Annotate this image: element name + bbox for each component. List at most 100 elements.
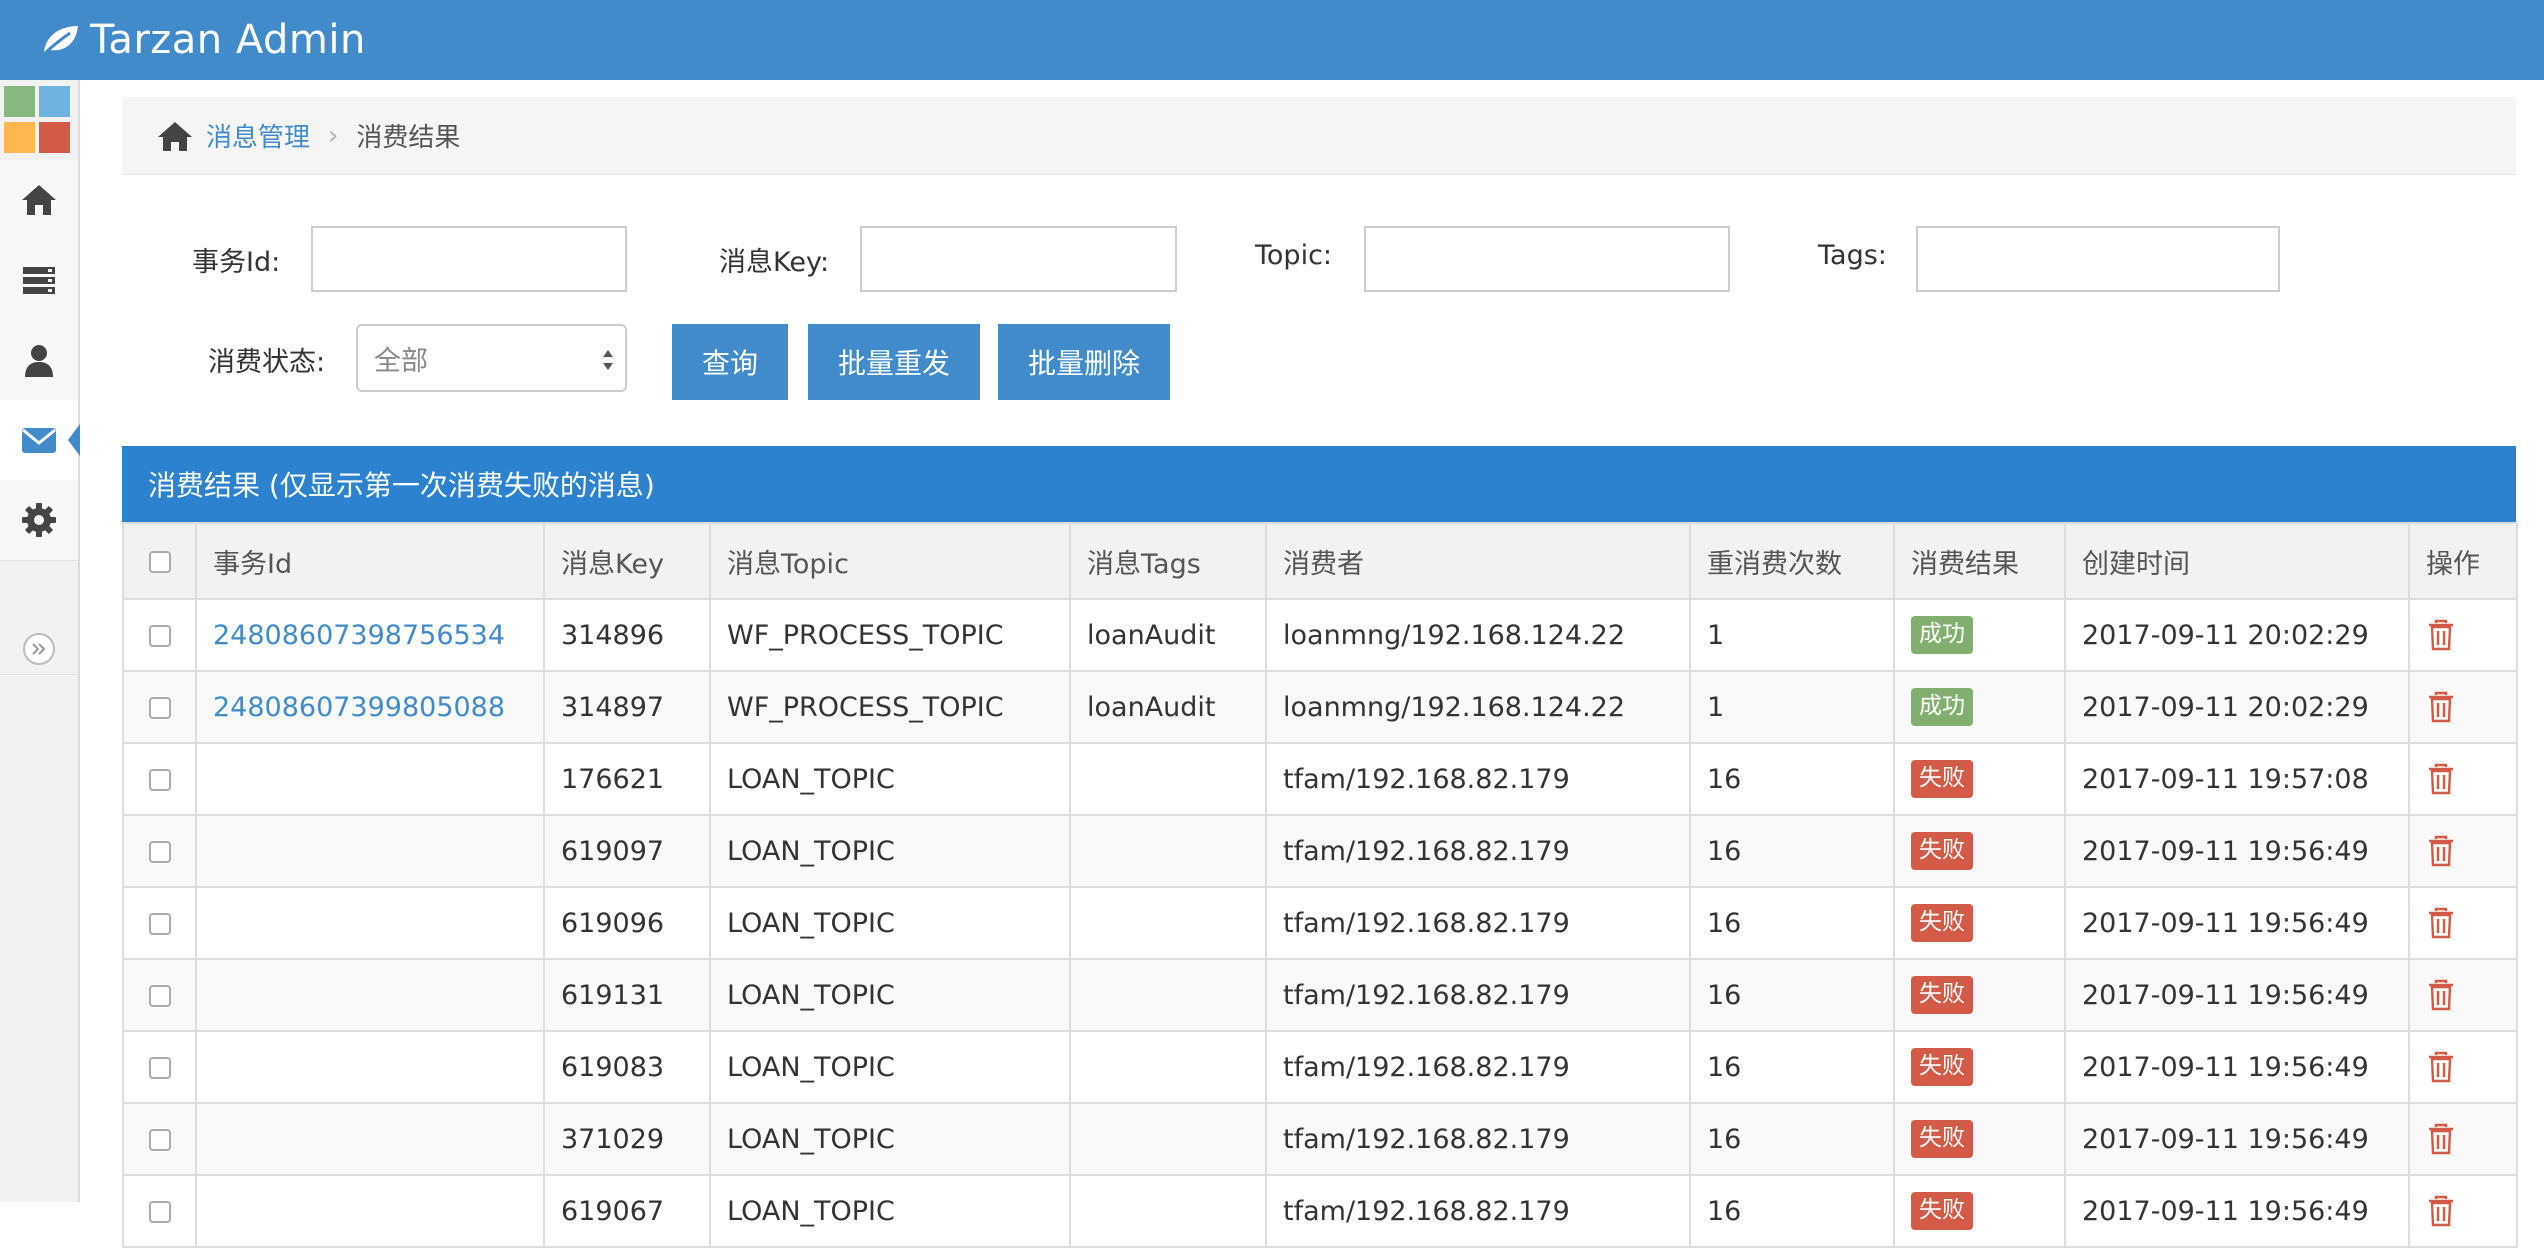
batch-resend-button[interactable]: 批量重发 [808, 324, 980, 400]
status-badge: 失败 [1911, 760, 1973, 798]
table-row: 176621 LOAN_TOPIC tfam/192.168.82.179 16 失败 2… [122, 742, 2518, 816]
cell-retry: 16 [1689, 1174, 1895, 1248]
cell-tx-id [195, 814, 545, 888]
cell-created: 2017-09-11 20:02:29 [2064, 598, 2410, 672]
column-header-consumer[interactable]: 消费者 [1265, 522, 1691, 600]
cell-topic: LOAN_TOPIC [709, 1174, 1071, 1248]
sidebar-item-server[interactable] [0, 240, 78, 321]
status-badge: 失败 [1911, 1048, 1973, 1086]
column-header-retry[interactable]: 重消费次数 [1689, 522, 1895, 600]
tags-label: Tags: [1818, 240, 1887, 271]
shortcut-green-button[interactable] [4, 86, 35, 117]
cell-consumer: tfam/192.168.82.179 [1265, 742, 1691, 816]
cell-tags: loanAudit [1069, 670, 1267, 744]
row-checkbox[interactable] [148, 985, 171, 1007]
row-checkbox[interactable] [148, 625, 171, 647]
shortcut-orange-button[interactable] [4, 122, 35, 153]
status-select[interactable]: 全部 [356, 324, 627, 392]
sidebar-shortcuts [4, 86, 74, 158]
brand[interactable]: Tarzan Admin [38, 17, 366, 63]
cell-result: 失败 [1893, 742, 2066, 816]
trash-icon[interactable] [2426, 1123, 2456, 1155]
status-badge: 失败 [1911, 976, 1973, 1014]
cell-tx-id [195, 1174, 545, 1248]
cell-key: 619067 [543, 1174, 711, 1248]
status-badge: 成功 [1911, 688, 1973, 726]
cell-tx-id [195, 1030, 545, 1104]
column-header-tags[interactable]: 消息Tags [1069, 522, 1267, 600]
cell-key: 619131 [543, 958, 711, 1032]
cell-actions [2408, 598, 2518, 672]
row-checkbox[interactable] [148, 697, 171, 719]
cell-key: 619097 [543, 814, 711, 888]
home-icon[interactable] [156, 119, 194, 153]
cell-retry: 16 [1689, 814, 1895, 888]
cell-result: 失败 [1893, 1030, 2066, 1104]
trash-icon[interactable] [2426, 907, 2456, 939]
shortcut-red-button[interactable] [39, 122, 70, 153]
sidebar-item-user[interactable] [0, 320, 78, 401]
column-header-result[interactable]: 消费结果 [1893, 522, 2066, 600]
tx-id-label: 事务Id: [192, 247, 281, 278]
topic-input[interactable] [1364, 226, 1730, 292]
row-checkbox[interactable] [148, 841, 171, 863]
home-icon [22, 185, 56, 215]
column-header-key[interactable]: 消息Key [543, 522, 711, 600]
cell-retry: 1 [1689, 670, 1895, 744]
trash-icon[interactable] [2426, 1195, 2456, 1227]
row-select-cell [122, 598, 197, 672]
trash-icon[interactable] [2426, 1051, 2456, 1083]
cell-actions [2408, 1174, 2518, 1248]
column-header-tx-id[interactable]: 事务Id [195, 522, 545, 600]
cell-retry: 16 [1689, 886, 1895, 960]
row-checkbox[interactable] [148, 913, 171, 935]
tx-id-link[interactable]: 24808607398756534 [213, 620, 505, 651]
row-checkbox[interactable] [148, 1201, 171, 1223]
status-badge: 失败 [1911, 1120, 1973, 1158]
gear-icon [22, 503, 56, 537]
row-checkbox[interactable] [148, 1129, 171, 1151]
cell-key: 371029 [543, 1102, 711, 1176]
cell-retry: 1 [1689, 598, 1895, 672]
query-button[interactable]: 查询 [672, 324, 788, 400]
trash-icon[interactable] [2426, 763, 2456, 795]
sidebar-item-message[interactable] [0, 400, 80, 481]
cell-topic: LOAN_TOPIC [709, 886, 1071, 960]
cell-key: 619083 [543, 1030, 711, 1104]
select-all-cell [122, 522, 197, 600]
cell-actions [2408, 1030, 2518, 1104]
results-panel-header: 消费结果 (仅显示第一次消费失败的消息) [122, 446, 2516, 522]
top-navbar: Tarzan Admin [0, 0, 2544, 80]
tx-id-link[interactable]: 24808607399805088 [213, 692, 505, 723]
row-checkbox[interactable] [148, 769, 171, 791]
status-select-value: 全部 [374, 345, 428, 377]
msg-key-input[interactable] [860, 226, 1177, 292]
batch-delete-button[interactable]: 批量删除 [998, 324, 1170, 400]
cell-result: 成功 [1893, 598, 2066, 672]
sidebar-item-home[interactable] [0, 160, 78, 241]
cell-created: 2017-09-11 19:57:08 [2064, 742, 2410, 816]
sidebar-collapse-button[interactable] [23, 633, 55, 665]
cell-actions [2408, 814, 2518, 888]
cell-retry: 16 [1689, 1102, 1895, 1176]
trash-icon[interactable] [2426, 619, 2456, 651]
cell-consumer: tfam/192.168.82.179 [1265, 1102, 1691, 1176]
tags-input[interactable] [1916, 226, 2280, 292]
envelope-icon [22, 428, 56, 453]
select-all-checkbox[interactable] [148, 551, 171, 573]
row-select-cell [122, 1030, 197, 1104]
table-row: 619083 LOAN_TOPIC tfam/192.168.82.179 16 失败 2… [122, 1030, 2518, 1104]
shortcut-blue-button[interactable] [39, 86, 70, 117]
column-header-topic[interactable]: 消息Topic [709, 522, 1071, 600]
server-icon [23, 267, 55, 294]
column-header-created[interactable]: 创建时间 [2064, 522, 2410, 600]
row-checkbox[interactable] [148, 1057, 171, 1079]
row-select-cell [122, 958, 197, 1032]
trash-icon[interactable] [2426, 835, 2456, 867]
sidebar-item-settings[interactable] [0, 480, 78, 561]
tx-id-input[interactable] [311, 226, 627, 292]
trash-icon[interactable] [2426, 979, 2456, 1011]
breadcrumb: 消息管理 › 消费结果 [122, 97, 2516, 175]
breadcrumb-parent-link[interactable]: 消息管理 [206, 117, 310, 154]
trash-icon[interactable] [2426, 691, 2456, 723]
